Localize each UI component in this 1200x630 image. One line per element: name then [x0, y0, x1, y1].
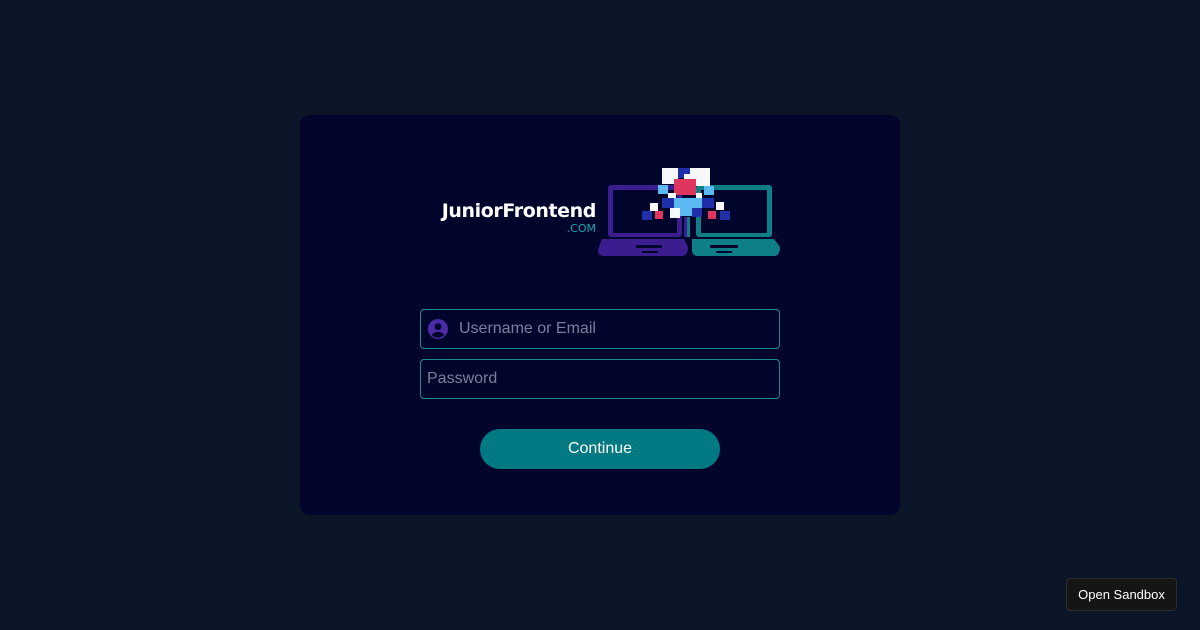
- continue-button[interactable]: Continue: [480, 429, 720, 469]
- password-field: [420, 359, 780, 399]
- password-input[interactable]: [427, 360, 769, 398]
- logo-tld: .COM: [566, 222, 596, 235]
- username-field: [420, 309, 780, 349]
- junior-frontend-logo: JuniorFrontend .COM: [424, 167, 780, 259]
- laptops-pixel-art-icon: [598, 168, 780, 256]
- logo-name: JuniorFrontend: [441, 200, 597, 222]
- page: JuniorFrontend .COM Username or Email Co…: [0, 0, 1200, 630]
- user-circle-icon: [428, 319, 448, 339]
- logo-text: JuniorFrontend .COM: [424, 199, 597, 235]
- login-card: JuniorFrontend .COM Username or Email Co…: [300, 115, 900, 515]
- username-input[interactable]: [459, 310, 769, 348]
- open-sandbox-button[interactable]: Open Sandbox: [1066, 578, 1177, 611]
